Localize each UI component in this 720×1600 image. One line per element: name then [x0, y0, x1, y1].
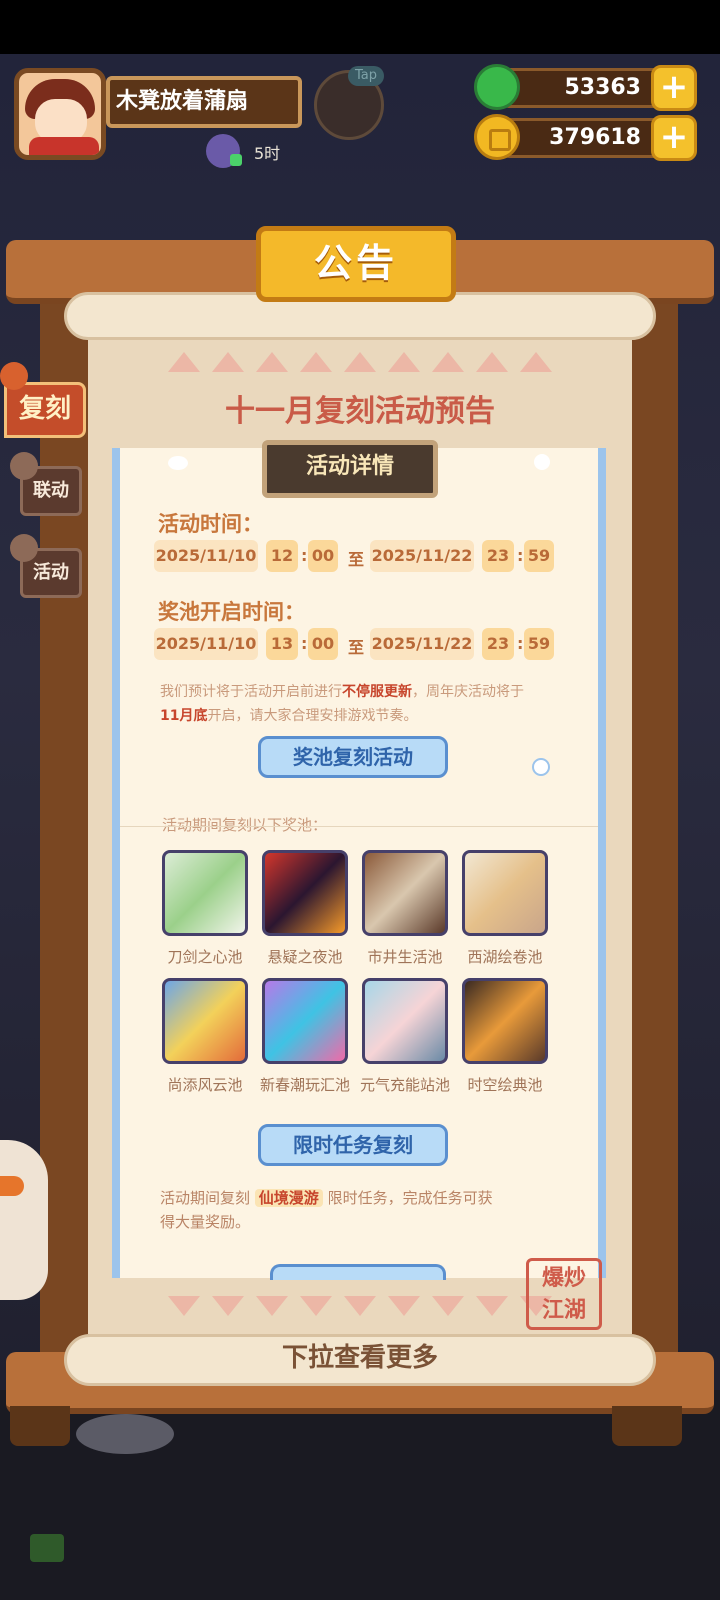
jade-counter: 53363 +: [490, 65, 697, 111]
pool-start-hour: 13: [266, 628, 298, 660]
corner-button[interactable]: [30, 1534, 64, 1562]
event-end-date: 2025/11/22: [370, 540, 474, 572]
tab-fuke[interactable]: 复刻: [4, 382, 86, 438]
coin-icon: [474, 114, 520, 160]
time-colon: :: [517, 546, 524, 565]
pull-down-more-hint[interactable]: 下拉查看更多: [64, 1340, 656, 1376]
task-text-3: 得大量奖励。: [160, 1213, 251, 1231]
notice-highlight-1: 不停服更新: [342, 684, 412, 700]
snow-decor: [532, 758, 550, 776]
pool-time-label: 奖池开启时间：: [158, 600, 305, 624]
pool-thumbnail-6[interactable]: [262, 978, 348, 1064]
status-bar: [0, 0, 720, 54]
pool-end-date: 2025/11/22: [370, 628, 474, 660]
pool-intro-text: 活动期间复刻以下奖池：: [162, 816, 328, 834]
pool-name-7: 元气充能站池: [359, 1076, 450, 1094]
time-colon: :: [517, 634, 524, 653]
task-text-2: 限时任务，完成任务可获: [327, 1189, 493, 1207]
time-colon: :: [301, 546, 308, 565]
stone-disc: [76, 1414, 174, 1454]
pool-thumbnail-7[interactable]: [362, 978, 448, 1064]
event-time-label: 活动时间：: [158, 512, 263, 536]
duck-beak: [0, 1176, 24, 1196]
event-end-hour: 23: [482, 540, 514, 572]
board-foot-right: [612, 1406, 682, 1446]
jade-icon: [474, 64, 520, 110]
task-highlight: 仙境漫游: [254, 1189, 323, 1207]
pool-thumbnail-1[interactable]: [162, 850, 248, 936]
time-colon: :: [301, 634, 308, 653]
task-revival-button[interactable]: 限时任务复刻: [258, 1124, 448, 1166]
stamp-line-2: 江湖: [541, 1298, 586, 1323]
decor-band-top: [92, 352, 628, 382]
pool-thumbnail-4[interactable]: [462, 850, 548, 936]
notice-text-1: 我们预计将于活动开启前进行: [160, 684, 342, 700]
card-header: 活动详情: [262, 440, 438, 498]
pool-name-3: 市井生活池: [367, 948, 443, 966]
snow-decor: [534, 454, 550, 470]
player-avatar[interactable]: [14, 68, 106, 160]
task-text-1: 活动期间复刻: [160, 1189, 251, 1207]
pool-name-2: 悬疑之夜池: [267, 948, 343, 966]
range-separator: 至: [348, 638, 365, 657]
divider: [120, 826, 598, 827]
pool-name-5: 尚添风云池: [167, 1076, 243, 1094]
board-title: 公告: [256, 226, 456, 302]
pool-thumbnail-3[interactable]: [362, 850, 448, 936]
snow-decor: [168, 456, 188, 470]
board-foot-left: [10, 1406, 70, 1446]
coin-counter: 379618 +: [490, 115, 697, 161]
board-post-right: [628, 296, 678, 1356]
pool-thumbnail-8[interactable]: [462, 978, 548, 1064]
energy-icon: [206, 134, 242, 168]
duck-character: [0, 1140, 48, 1300]
pool-start-minute: 00: [308, 628, 338, 660]
tab-liandong-icon: [10, 452, 38, 480]
event-start-hour: 12: [266, 540, 298, 572]
notice-highlight-2: 11月底: [160, 708, 208, 724]
add-jade-button[interactable]: +: [651, 65, 697, 111]
stamp-line-1: 爆炒: [541, 1266, 586, 1291]
event-end-minute: 59: [524, 540, 554, 572]
pool-end-minute: 59: [524, 628, 554, 660]
pool-end-hour: 23: [482, 628, 514, 660]
energy-timer: 5时: [254, 144, 281, 163]
notice-text-2: ，周年庆活动将于: [412, 684, 524, 700]
notice-text-3: 开启，请大家合理安排游戏节奏。: [207, 708, 418, 724]
pool-thumbnail-2[interactable]: [262, 850, 348, 936]
range-separator: 至: [348, 550, 365, 569]
event-start-date: 2025/11/10: [154, 540, 258, 572]
add-coin-button[interactable]: +: [651, 115, 697, 161]
pool-start-date: 2025/11/10: [154, 628, 258, 660]
pool-revival-button[interactable]: 奖池复刻活动: [258, 736, 448, 778]
pool-name-1: 刀剑之心池: [167, 948, 243, 966]
game-logo-stamp: 爆炒 江湖: [526, 1258, 602, 1330]
next-button-peek: [270, 1264, 446, 1280]
pool-name-6: 新春潮玩汇池: [259, 1076, 350, 1094]
pool-name-4: 西湖绘卷池: [467, 948, 543, 966]
coin-value: 379618: [549, 125, 641, 150]
jade-value: 53363: [564, 75, 641, 100]
tap-label: Tap: [348, 66, 384, 86]
pool-name-8: 时空绘典池: [467, 1076, 543, 1094]
announcement-heading: 十一月复刻活动预告: [225, 394, 495, 429]
task-notice: 活动期间复刻 仙境漫游 限时任务，完成任务可获 得大量奖励。: [160, 1186, 580, 1234]
pool-thumbnail-5[interactable]: [162, 978, 248, 1064]
tab-huodong-icon: [10, 534, 38, 562]
avatar-body: [29, 137, 99, 155]
player-name: 木凳放着蒲扇: [106, 76, 302, 128]
event-start-minute: 00: [308, 540, 338, 572]
tab-fuke-icon: [0, 362, 28, 390]
update-notice: 我们预计将于活动开启前进行不停服更新，周年庆活动将于 11月底开启，请大家合理安…: [160, 680, 580, 728]
